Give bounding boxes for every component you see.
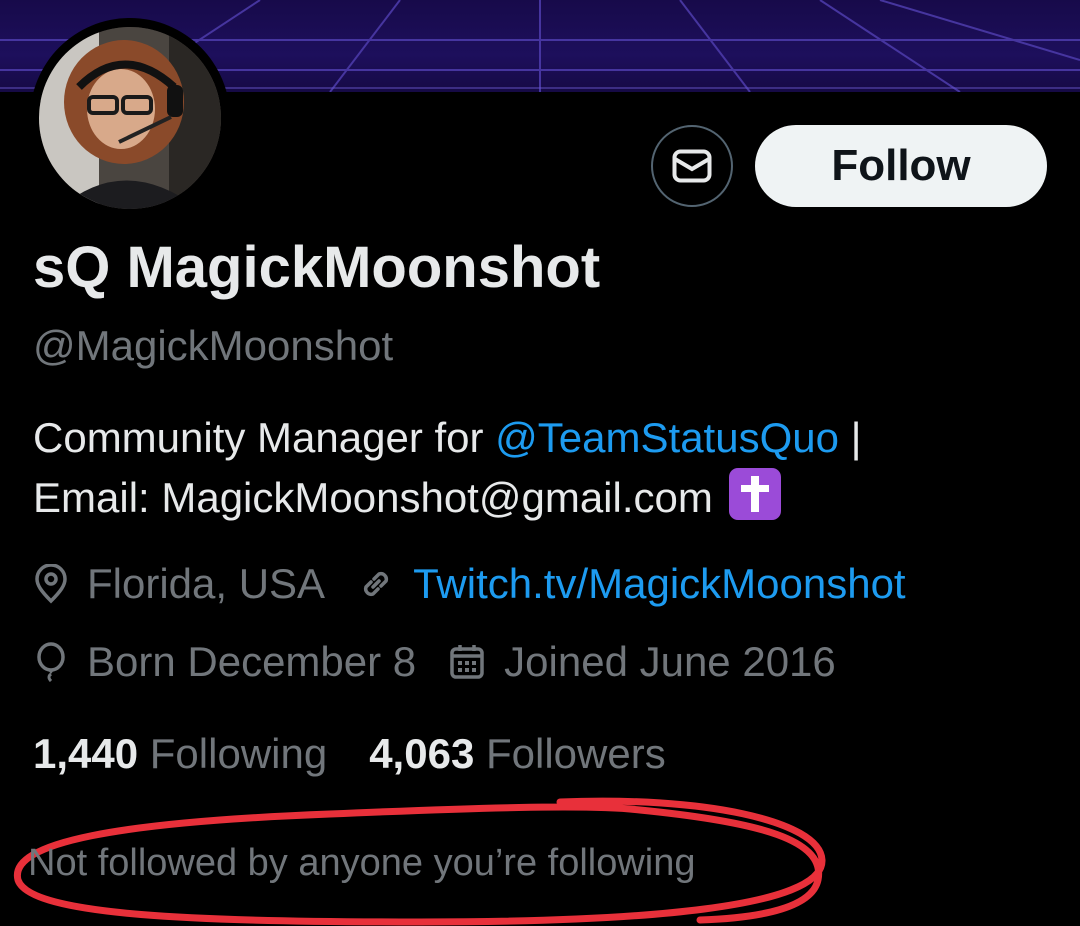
location-item: Florida, USA — [33, 560, 325, 608]
birthday-item: Born December 8 — [33, 638, 416, 686]
envelope-icon — [672, 149, 712, 183]
calendar-icon — [450, 645, 484, 679]
follow-stats: 1,440 Following 4,063 Followers — [33, 730, 666, 778]
avatar-ring — [30, 18, 230, 218]
birthday-text: Born December 8 — [87, 638, 417, 685]
bio-line-1: Community Manager for @TeamStatusQuo | — [33, 408, 1063, 468]
followers-stat[interactable]: 4,063 Followers — [369, 730, 666, 778]
avatar[interactable] — [39, 27, 221, 209]
followed-by-note: Not followed by anyone you’re following — [28, 842, 696, 884]
display-name: sQ MagickMoonshot — [33, 235, 601, 300]
balloon-icon — [37, 642, 65, 682]
following-count: 1,440 — [33, 730, 139, 777]
website-link[interactable]: Twitch.tv/MagickMoonshot — [413, 560, 906, 608]
latin-cross-emoji-icon — [728, 468, 781, 520]
avatar-photo — [39, 27, 221, 209]
message-button[interactable] — [651, 125, 733, 207]
location-pin-icon — [35, 564, 67, 604]
following-stat[interactable]: 1,440 Following — [33, 730, 327, 778]
bio-mention-link[interactable]: @TeamStatusQuo — [495, 414, 839, 461]
joined-text: Joined June 2016 — [504, 638, 836, 685]
following-label: Following — [149, 730, 328, 777]
profile-meta-row-2: Born December 8 Joined June 2016 — [33, 638, 836, 686]
bio-prefix: Community Manager for — [33, 414, 496, 461]
bio-email: Email: MagickMoonshot@gmail.com — [33, 474, 713, 521]
follow-button[interactable]: Follow — [755, 125, 1047, 207]
followers-count: 4,063 — [369, 730, 475, 777]
link-icon — [364, 571, 389, 597]
website-item[interactable]: Twitch.tv/MagickMoonshot — [357, 560, 906, 608]
bio-line-2: Email: MagickMoonshot@gmail.com — [33, 468, 1063, 528]
location-text: Florida, USA — [87, 560, 326, 607]
profile-bio: Community Manager for @TeamStatusQuo | E… — [33, 408, 1063, 528]
joined-item: Joined June 2016 — [448, 638, 836, 686]
followers-label: Followers — [485, 730, 666, 777]
user-handle: @MagickMoonshot — [33, 322, 394, 369]
profile-meta-row-1: Florida, USA Twitch.tv/MagickMoonshot — [33, 560, 906, 608]
bio-suffix: | — [838, 414, 862, 461]
